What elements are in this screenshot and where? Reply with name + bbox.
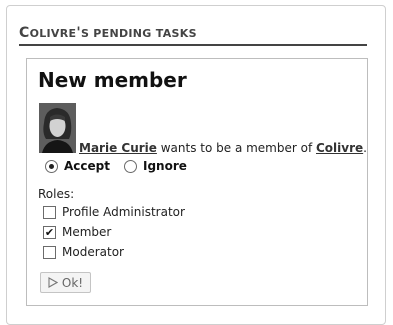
ignore-option[interactable]: Ignore	[124, 159, 187, 173]
portrait-icon	[39, 103, 76, 153]
membership-request-text: Marie Curie wants to be a member of Coli…	[79, 141, 367, 155]
role-profile-administrator[interactable]: Profile Administrator	[43, 205, 185, 219]
role-moderator[interactable]: Moderator	[43, 245, 124, 259]
task-box	[26, 58, 368, 306]
radio-unselected-icon[interactable]	[124, 159, 137, 173]
radio-selected-icon[interactable]	[45, 159, 58, 173]
roles-label: Roles:	[38, 187, 75, 201]
task-title: New member	[38, 68, 187, 92]
avatar	[39, 103, 76, 153]
community-link[interactable]: Colivre	[316, 141, 363, 155]
play-triangle-icon	[48, 277, 58, 288]
section-title: COLIVRE'S PENDING TASKS	[19, 22, 367, 46]
accept-option[interactable]: Accept	[45, 159, 110, 173]
checkbox[interactable]	[43, 205, 56, 219]
checkbox[interactable]	[43, 245, 56, 259]
role-member[interactable]: ✔ Member	[43, 225, 111, 239]
ok-button[interactable]: Ok!	[40, 272, 91, 293]
person-link[interactable]: Marie Curie	[79, 141, 157, 155]
checkbox-checked[interactable]: ✔	[43, 225, 56, 239]
